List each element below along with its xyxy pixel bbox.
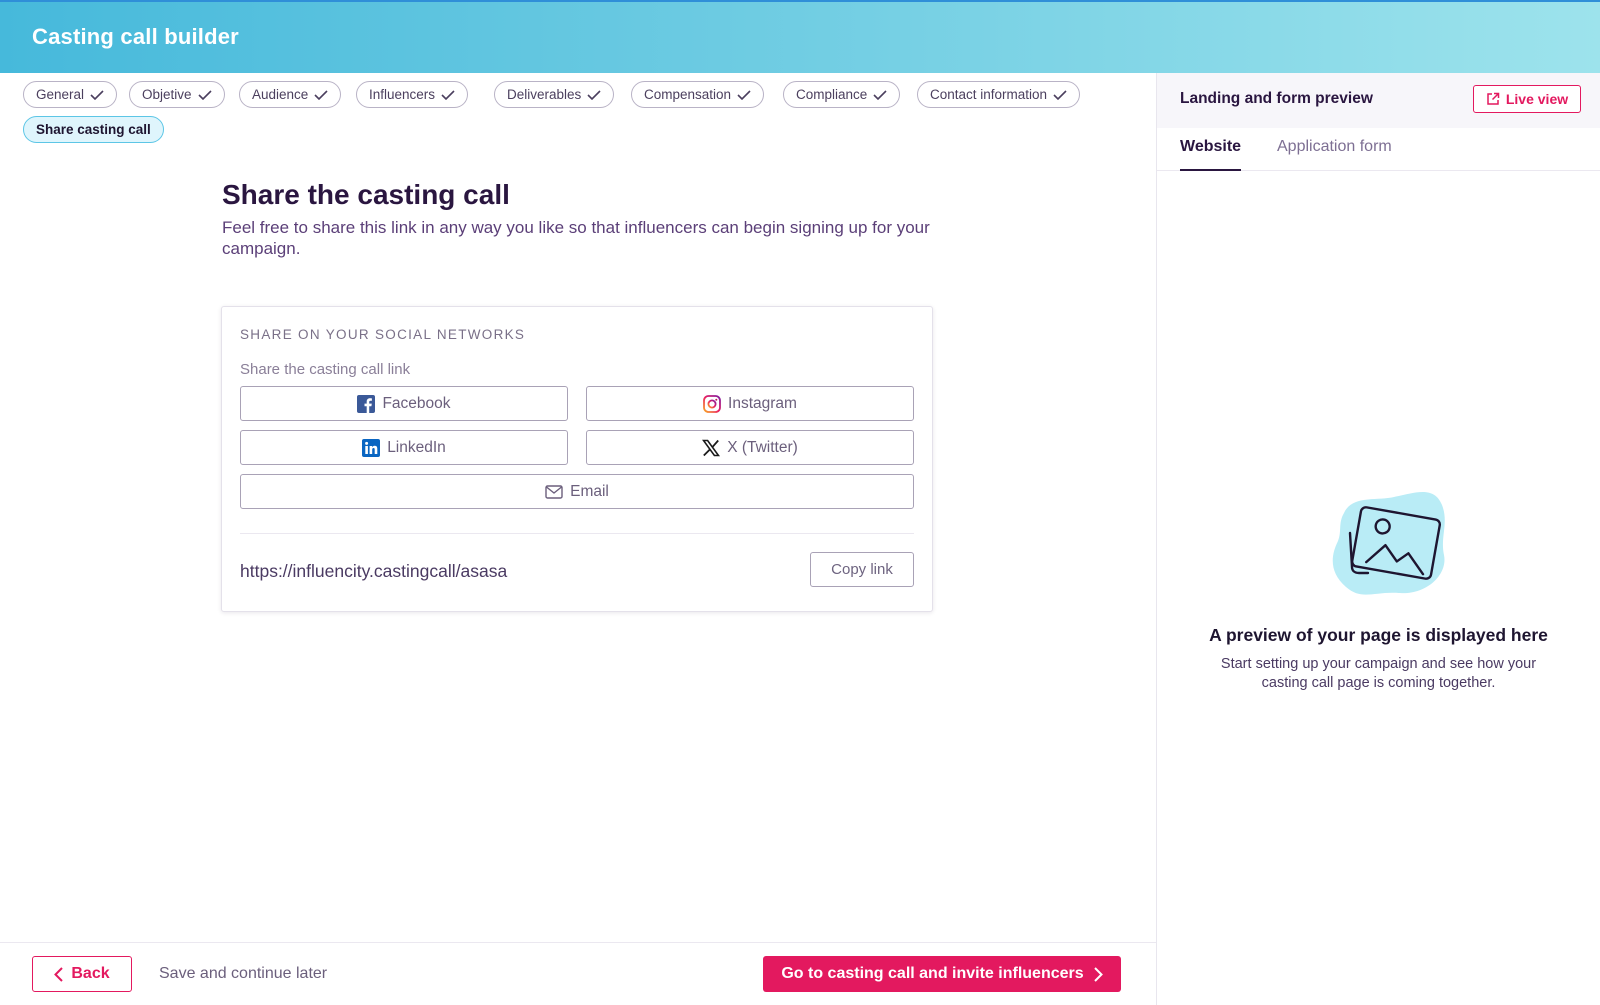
check-icon: [873, 89, 887, 100]
preview-header: Landing and form preview Live view: [1157, 73, 1600, 128]
button-label: Facebook: [382, 394, 451, 412]
button-label: Instagram: [728, 394, 797, 412]
casting-call-link: https://influencity.castingcall/asasa: [240, 561, 508, 581]
section-title: Share the casting call: [222, 179, 510, 210]
check-icon: [737, 89, 751, 100]
step-label: Compensation: [644, 87, 732, 102]
step-label: Influencers: [369, 87, 436, 102]
card-subtitle: Share the casting call link: [240, 361, 411, 378]
chevron-right-icon: [1093, 966, 1103, 982]
footer-bar: Back Save and continue later Go to casti…: [0, 942, 1156, 1005]
card-heading: SHARE ON YOUR SOCIAL NETWORKS: [240, 327, 526, 342]
image-placeholder-icon: [1322, 483, 1452, 608]
app-header: Casting call builder: [0, 0, 1600, 73]
step-label: Contact information: [930, 87, 1048, 102]
linkedin-share-button[interactable]: LinkedIn: [240, 430, 568, 465]
step-label: Audience: [252, 87, 309, 102]
check-icon: [587, 89, 601, 100]
step-compensation[interactable]: Compensation: [631, 81, 765, 108]
card-divider: [240, 533, 914, 534]
section-description: Feel free to share this link in any way …: [222, 218, 930, 258]
step-share-casting-call[interactable]: Share casting call: [23, 116, 164, 143]
step-label: General: [36, 87, 85, 102]
step-label: Deliverables: [507, 87, 582, 102]
step-label: Compliance: [796, 87, 868, 102]
facebook-share-button[interactable]: Facebook: [240, 386, 568, 421]
check-icon: [90, 89, 104, 100]
preview-tabs: Website Application form: [1157, 128, 1600, 171]
preview-empty-description: Start setting up your campaign and see h…: [1220, 656, 1537, 691]
instagram-share-button[interactable]: Instagram: [586, 386, 914, 421]
primary-button-label: Go to casting call and invite influencer…: [781, 965, 1084, 982]
step-audience[interactable]: Audience: [239, 81, 342, 108]
step-label: Objetive: [142, 87, 192, 102]
go-to-casting-call-button[interactable]: Go to casting call and invite influencer…: [763, 956, 1121, 992]
step-deliverables[interactable]: Deliverables: [494, 81, 615, 108]
copy-link-button[interactable]: Copy link: [810, 552, 914, 587]
step-general[interactable]: General: [23, 81, 118, 108]
preview-empty-title: A preview of your page is displayed here: [1209, 625, 1548, 645]
main-content: General Objetive Audience Influencers De…: [0, 73, 1156, 1005]
step-contact-information[interactable]: Contact information: [917, 81, 1081, 108]
share-card: SHARE ON YOUR SOCIAL NETWORKS Share the …: [221, 306, 933, 612]
page-title: Casting call builder: [32, 24, 239, 49]
preview-title: Landing and form preview: [1180, 90, 1373, 107]
external-link-icon: [1487, 92, 1500, 105]
x-twitter-icon: [702, 439, 721, 457]
linkedin-icon: [362, 438, 381, 457]
back-button[interactable]: Back: [32, 956, 132, 992]
check-icon: [197, 89, 212, 100]
check-icon: [1053, 89, 1067, 100]
back-button-label: Back: [71, 965, 110, 982]
step-objetive[interactable]: Objetive: [129, 81, 225, 108]
preview-panel: Landing and form preview Live view Websi…: [1156, 73, 1600, 1005]
chevron-left-icon: [54, 966, 64, 982]
x-twitter-share-button[interactable]: X (Twitter): [586, 430, 914, 465]
step-label: Share casting call: [36, 122, 151, 137]
check-icon: [314, 89, 328, 100]
live-view-button[interactable]: Live view: [1473, 85, 1581, 113]
step-influencers[interactable]: Influencers: [356, 81, 469, 108]
email-share-button[interactable]: Email: [240, 474, 914, 509]
tab-website[interactable]: Website: [1180, 138, 1242, 171]
instagram-icon: [703, 394, 721, 413]
facebook-icon: [357, 394, 376, 413]
mail-icon: [545, 484, 563, 499]
live-view-label: Live view: [1505, 91, 1569, 107]
check-icon: [441, 89, 455, 100]
tab-application-form[interactable]: Application form: [1277, 138, 1392, 171]
save-and-continue-later-link[interactable]: Save and continue later: [159, 965, 327, 983]
button-label: Email: [570, 482, 609, 500]
button-label: X (Twitter): [727, 438, 798, 456]
button-label: LinkedIn: [387, 438, 446, 456]
step-compliance[interactable]: Compliance: [783, 81, 901, 108]
